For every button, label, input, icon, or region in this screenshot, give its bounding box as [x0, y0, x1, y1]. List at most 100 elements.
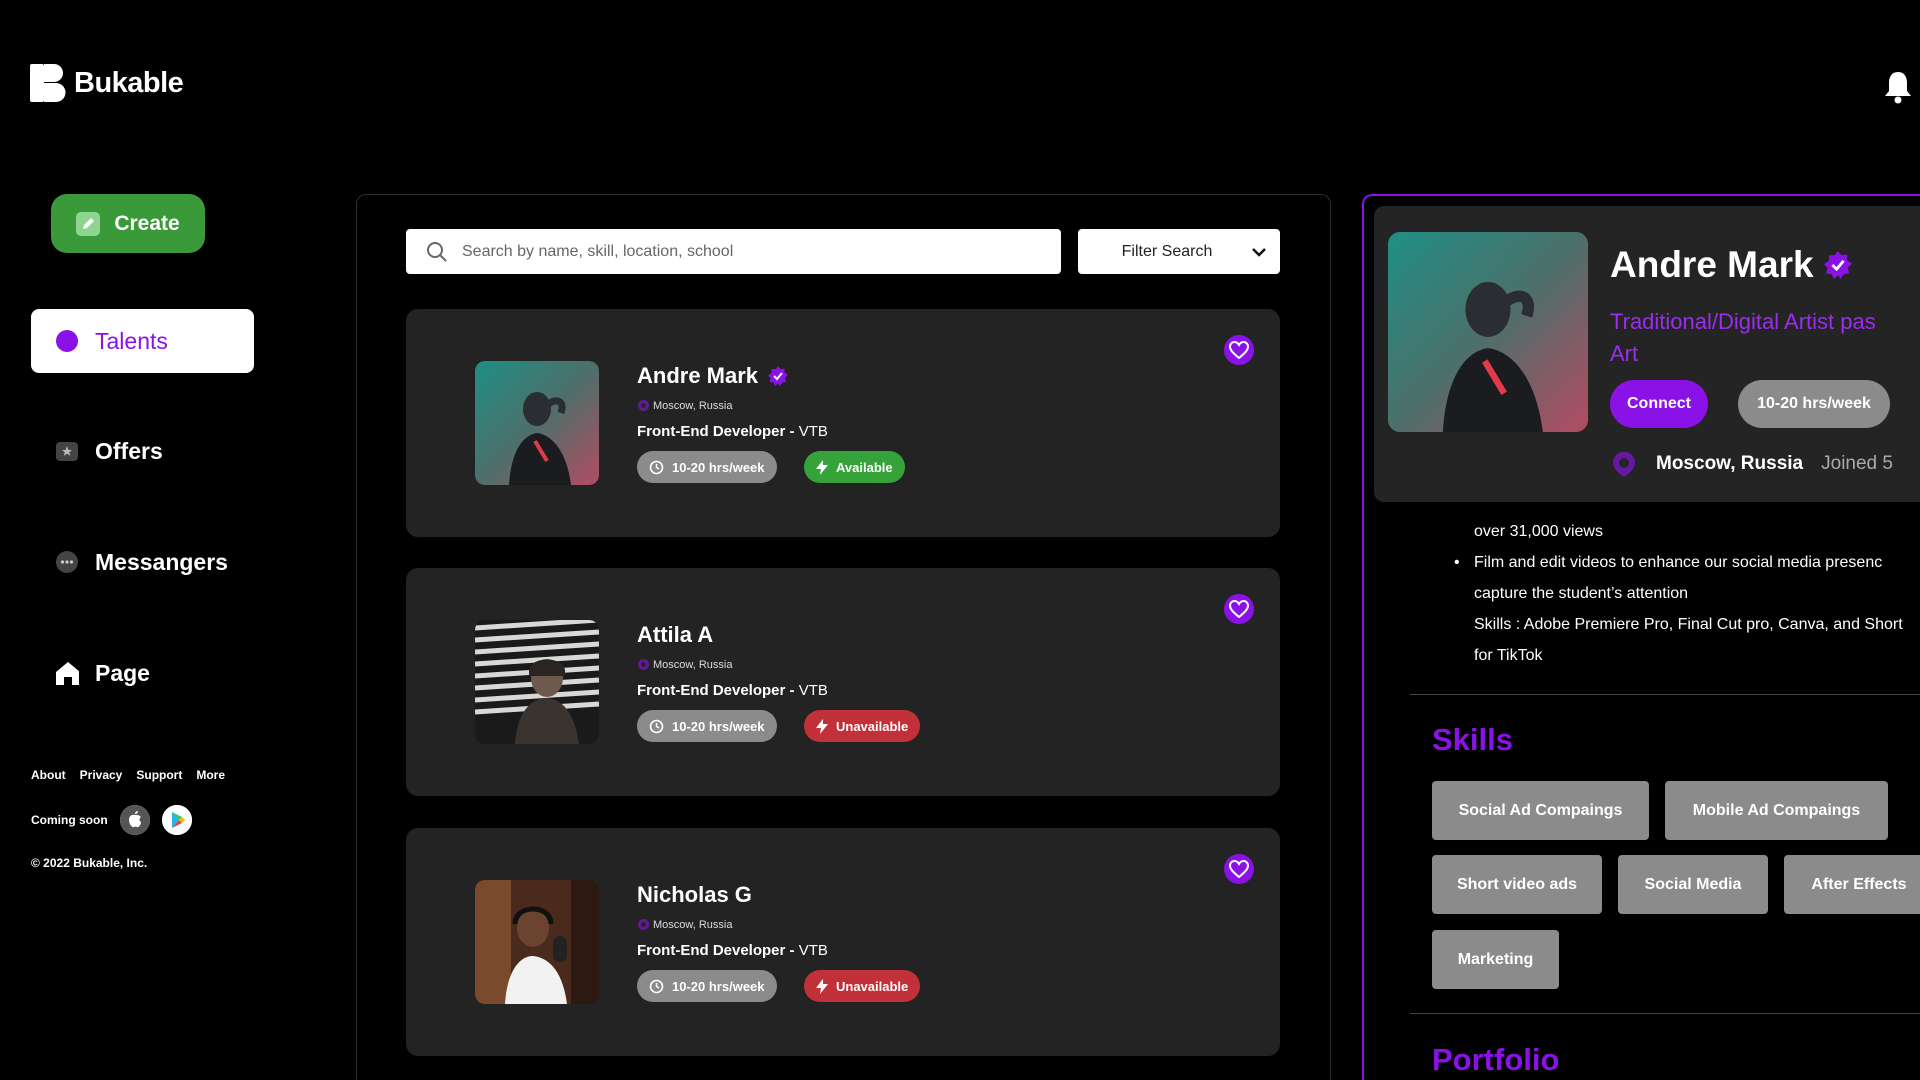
connect-button[interactable]: Connect	[1610, 380, 1708, 428]
hours-text: 10-20 hrs/week	[672, 718, 765, 734]
experience-line: for TikTok	[1474, 647, 1543, 664]
sidebar-item-messangers[interactable]: Messangers	[31, 530, 254, 594]
profile-location-text: Moscow, Russia	[1656, 453, 1804, 474]
status-text: Unavailable	[836, 978, 909, 994]
favorite-heart-icon[interactable]	[1224, 854, 1254, 884]
footer-link-more[interactable]: More	[196, 768, 225, 782]
footer-link-about[interactable]: About	[31, 768, 66, 782]
experience-line: over 31,000 views	[1474, 523, 1603, 540]
skill-chip[interactable]: Social Ad Compaings	[1432, 781, 1649, 840]
apple-store-icon[interactable]	[119, 805, 150, 835]
talent-role-title: Front-End Developer -	[637, 682, 799, 699]
sidebar-item-label: Messangers	[95, 548, 228, 575]
portfolio-title: Portfolio	[1432, 1042, 1560, 1077]
talent-photo	[475, 880, 599, 1004]
logo-text: Bukable	[74, 66, 184, 99]
location-pin-icon	[638, 400, 649, 411]
clock-icon	[649, 460, 664, 474]
profile-location-row: Moscow, Russia Joined 5	[1610, 450, 1893, 478]
location-pin-icon	[638, 919, 649, 930]
hours-badge: 10-20 hrs/week	[1738, 380, 1890, 428]
talent-card[interactable]: Nicholas G Moscow, Russia Front-End Deve…	[406, 828, 1280, 1056]
talent-name-text: Andre Mark	[637, 363, 759, 388]
section-divider	[1410, 1013, 1920, 1014]
profile-header-card: Andre Mark Traditional/Digital Artist pa…	[1374, 206, 1920, 502]
notification-bell-icon[interactable]	[1883, 70, 1913, 104]
talent-name[interactable]: Attila A	[637, 622, 713, 648]
sidebar-item-label: Talents	[95, 327, 168, 354]
favorite-heart-icon[interactable]	[1224, 594, 1254, 624]
sidebar-item-page[interactable]: Page	[31, 641, 254, 705]
talent-name[interactable]: Nicholas G	[637, 882, 752, 908]
status-badge: Available	[804, 451, 905, 483]
footer-links: About Privacy Support More	[31, 768, 225, 782]
google-play-icon[interactable]	[161, 805, 192, 835]
clock-icon	[649, 719, 664, 733]
lightning-icon	[816, 459, 828, 475]
talent-location: Moscow, Russia	[637, 918, 732, 931]
experience-line: Skills : Adobe Premiere Pro, Final Cut p…	[1474, 616, 1903, 633]
talent-role: Front-End Developer - VTB	[637, 423, 828, 440]
experience-line: Film and edit videos to enhance our soci…	[1454, 547, 1920, 578]
section-divider	[1410, 694, 1920, 695]
hours-badge: 10-20 hrs/week	[637, 451, 777, 483]
talent-photo	[475, 620, 599, 744]
talent-role: Front-End Developer - VTB	[637, 942, 828, 959]
status-badge: Unavailable	[804, 710, 921, 742]
skill-chip[interactable]: Social Media	[1618, 855, 1768, 914]
status-text: Available	[836, 459, 893, 475]
lightning-icon	[816, 718, 828, 734]
talent-location-text: Moscow, Russia	[653, 399, 733, 412]
hours-badge: 10-20 hrs/week	[637, 970, 777, 1002]
edit-icon	[76, 211, 101, 236]
talent-card[interactable]: Attila A Moscow, Russia Front-End Develo…	[406, 568, 1280, 796]
chat-bubble-icon	[55, 550, 79, 574]
talent-photo	[475, 361, 599, 485]
location-pin-icon	[1613, 452, 1635, 477]
profile-title-line1: Traditional/Digital Artist pas	[1610, 309, 1876, 334]
talent-name-text: Attila A	[637, 622, 714, 647]
logo-mark-icon	[30, 64, 66, 102]
talent-location: Moscow, Russia	[637, 658, 732, 671]
skill-chip[interactable]: Short video ads	[1432, 855, 1602, 914]
status-text: Unavailable	[836, 718, 909, 734]
search-input[interactable]: Search by name, skill, location, school	[406, 229, 1061, 274]
talent-name[interactable]: Andre Mark	[637, 363, 789, 389]
footer-link-support[interactable]: Support	[136, 768, 182, 782]
hours-text: 10-20 hrs/week	[672, 459, 765, 475]
skill-chip[interactable]: After Effects	[1784, 855, 1920, 914]
talent-role-title: Front-End Developer -	[637, 423, 799, 440]
talent-role: Front-End Developer - VTB	[637, 682, 828, 699]
sidebar-item-offers[interactable]: Offers	[31, 419, 254, 483]
location-pin-icon	[638, 659, 649, 670]
skill-chip[interactable]: Marketing	[1432, 930, 1559, 989]
verified-badge-icon	[768, 366, 789, 386]
profile-panel: Andre Mark Traditional/Digital Artist pa…	[1362, 194, 1920, 1080]
talent-location: Moscow, Russia	[637, 399, 732, 412]
skill-chip[interactable]: Mobile Ad Compaings	[1665, 781, 1888, 840]
chevron-down-icon	[1252, 247, 1267, 257]
create-label: Create	[114, 211, 180, 235]
coming-soon-row: Coming soon	[31, 805, 192, 835]
profile-name-text: Andre Mark	[1610, 244, 1814, 285]
footer-link-privacy[interactable]: Privacy	[80, 768, 123, 782]
talent-card[interactable]: Andre Mark Moscow, Russia Front-End Deve…	[406, 309, 1280, 537]
sidebar-item-talents[interactable]: Talents	[31, 309, 254, 373]
talent-company: VTB	[798, 942, 828, 959]
profile-title: Traditional/Digital Artist pas Art	[1610, 306, 1920, 370]
lightning-icon	[816, 978, 828, 994]
talent-location-text: Moscow, Russia	[653, 658, 733, 671]
skills-title: Skills	[1432, 722, 1513, 757]
search-icon	[427, 241, 447, 262]
bukable-logo[interactable]: Bukable	[30, 64, 184, 102]
profile-title-line2: Art	[1610, 341, 1639, 366]
experience-section: over 31,000 views Film and edit videos t…	[1454, 516, 1920, 671]
talent-location-text: Moscow, Russia	[653, 918, 733, 931]
sidebar-item-label: Page	[95, 659, 150, 686]
filter-search-dropdown[interactable]: Filter Search	[1078, 229, 1280, 274]
profile-name: Andre Mark	[1610, 244, 1852, 286]
home-icon	[55, 661, 79, 685]
create-button[interactable]: Create	[51, 194, 205, 253]
profile-photo	[1388, 232, 1588, 432]
favorite-heart-icon[interactable]	[1224, 335, 1254, 365]
